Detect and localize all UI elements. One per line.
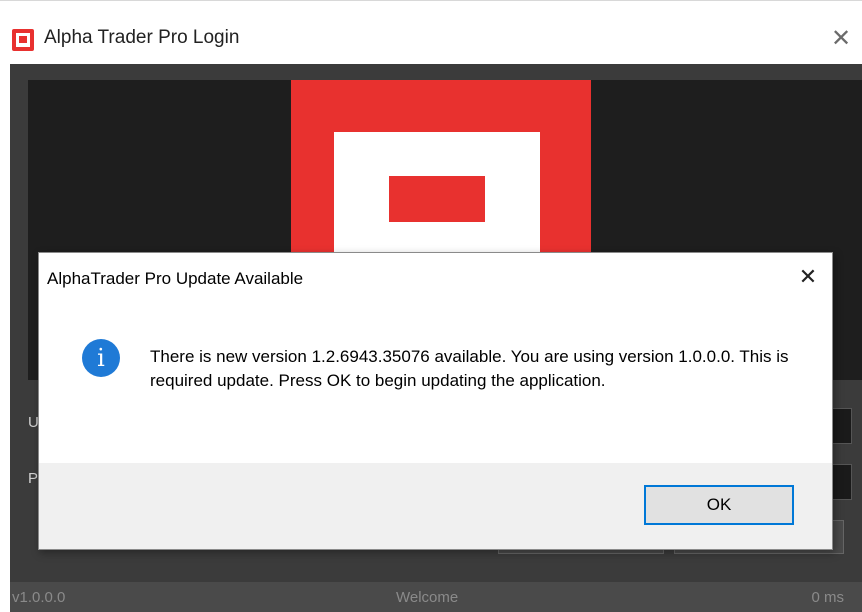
window-title: Alpha Trader Pro Login	[44, 27, 240, 48]
password-label: P	[28, 470, 39, 487]
version-text: v1.0.0.0	[12, 589, 66, 606]
close-icon: ✕	[830, 24, 852, 52]
dialog-title: AlphaTrader Pro Update Available	[47, 269, 304, 288]
dialog-message: There is new version 1.2.6943.35076 avai…	[150, 347, 789, 390]
status-message: Welcome	[396, 589, 459, 606]
update-dialog: AlphaTrader Pro Update Available ✕ i The…	[38, 252, 833, 550]
latency-text: 0 ms	[811, 589, 844, 606]
titlebar: Alpha Trader Pro Login ✕	[0, 0, 862, 64]
status-bar: v1.0.0.0 Welcome 0 ms	[10, 582, 862, 612]
dialog-footer: OK	[39, 463, 832, 549]
info-icon: i	[82, 339, 120, 377]
ok-button[interactable]: OK	[644, 485, 794, 525]
dialog-close-button[interactable]: ✕	[794, 263, 822, 291]
close-icon: ✕	[798, 264, 818, 290]
app-logo-icon	[12, 29, 34, 51]
window-close-button[interactable]: ✕	[826, 23, 856, 53]
